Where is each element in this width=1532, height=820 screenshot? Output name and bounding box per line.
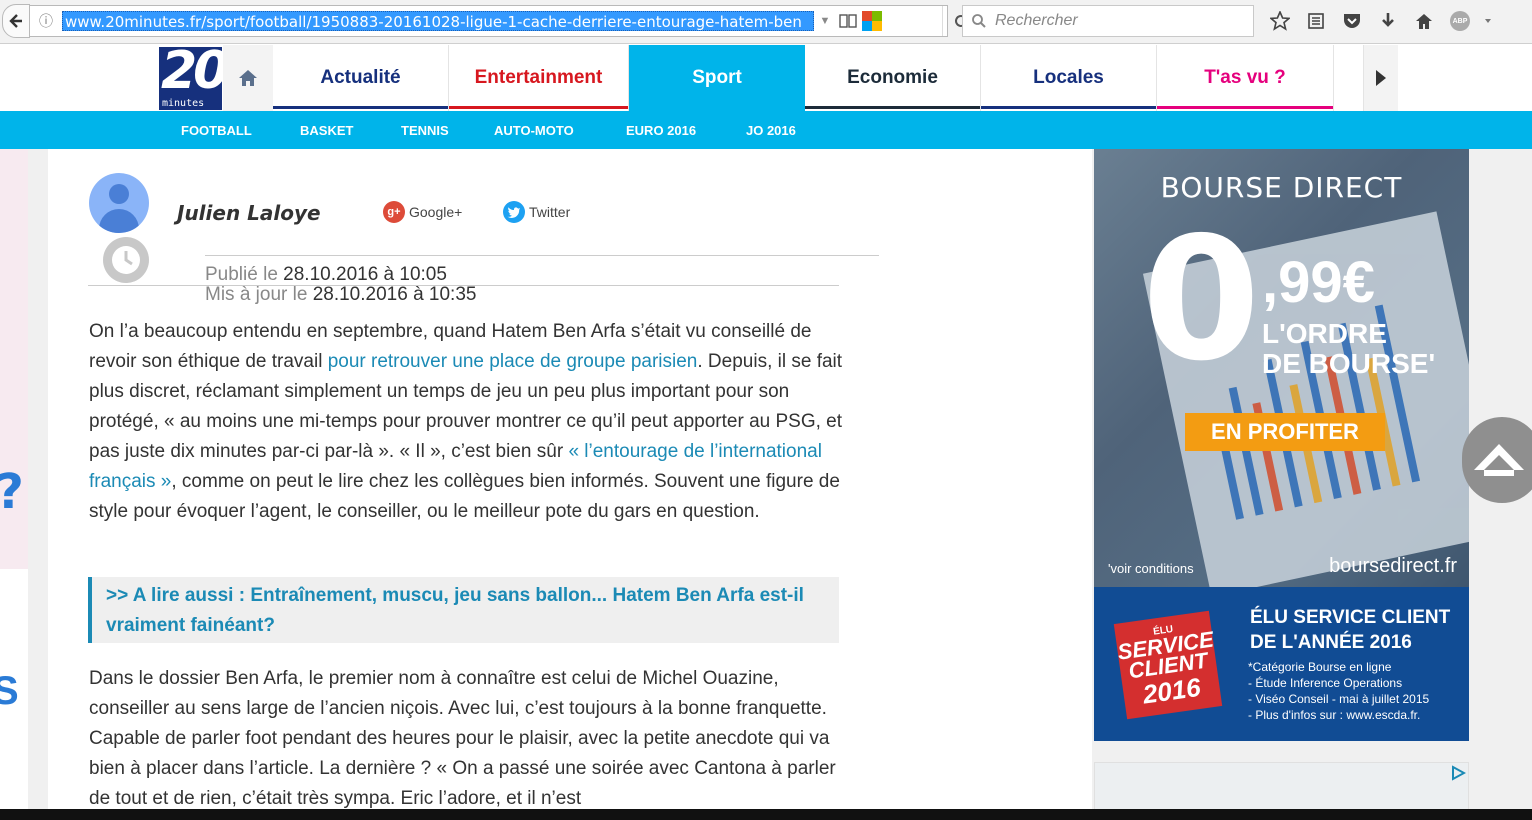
subnav-auto-moto[interactable]: AUTO-MOTO <box>494 111 574 149</box>
tab-sport[interactable]: Sport <box>629 45 805 111</box>
tab-economie[interactable]: Economie <box>805 45 981 111</box>
award-details: *Catégorie Bourse en ligne - Étude Infer… <box>1248 660 1430 722</box>
home-icon[interactable] <box>1406 6 1442 36</box>
subnav-football[interactable]: FOOTBALL <box>181 111 252 149</box>
address-bar[interactable]: ⓘ www.20minutes.fr/sport/football/195088… <box>30 5 967 37</box>
twitter-link[interactable]: Twitter <box>503 201 570 223</box>
subnav-tennis[interactable]: TENNIS <box>401 111 449 149</box>
updated-date: 28.10.2016 à 10:35 <box>312 284 477 305</box>
pocket-icon[interactable] <box>1334 6 1370 36</box>
browser-toolbar: ⓘ www.20minutes.fr/sport/football/195088… <box>0 0 1532 44</box>
sport-subnav: FOOTBALL BASKET TENNIS AUTO-MOTO EURO 20… <box>0 111 1532 149</box>
link-groupe-parisien[interactable]: pour retrouver une place de groupe paris… <box>328 351 698 372</box>
subnav-jo-2016[interactable]: JO 2016 <box>746 111 796 149</box>
download-icon[interactable] <box>1370 6 1406 36</box>
award-badge: ÉLU SERVICE CLIENT 2016 <box>1113 610 1223 720</box>
article-paragraph-2: Dans le dossier Ben Arfa, le premier nom… <box>89 668 836 809</box>
site-mosaic-icon[interactable] <box>860 6 884 36</box>
author-name[interactable]: Julien Laloye <box>177 201 321 225</box>
overflow-icon[interactable] <box>1478 6 1498 36</box>
ad-price-cents: ,99€ <box>1262 250 1375 315</box>
arrow-up-icon <box>1474 444 1524 476</box>
left-side-banner[interactable]: ? <box>0 149 28 569</box>
back-button[interactable] <box>2 4 30 38</box>
site-navigation: 20 minutes Actualité Entertainment Sport… <box>0 45 1532 111</box>
read-also-link[interactable]: >> A lire aussi : Entraînement, muscu, j… <box>88 577 839 643</box>
tab-partial[interactable] <box>1334 45 1364 111</box>
tab-locales[interactable]: Locales <box>981 45 1157 111</box>
url-dropdown-icon[interactable]: ▼ <box>814 15 836 27</box>
tab-tas-vu[interactable]: T'as vu ? <box>1157 45 1334 111</box>
google-plus-link[interactable]: g+ Google+ <box>383 201 462 223</box>
search-bar[interactable] <box>962 5 1254 37</box>
google-plus-icon: g+ <box>383 201 405 223</box>
bookmark-star-icon[interactable] <box>1262 6 1298 36</box>
search-input[interactable] <box>995 12 1235 30</box>
site-logo[interactable]: 20 minutes <box>159 47 222 110</box>
nav-next-button[interactable] <box>1364 45 1398 111</box>
award-title: ÉLU SERVICE CLIENT DE L'ANNÉE 2016 <box>1250 607 1451 653</box>
clock-icon <box>103 237 149 283</box>
bourse-direct-ad[interactable]: BOURSE DIRECT 0 ,99€ L'ORDRE DE BOURSE' … <box>1094 149 1469 741</box>
twitter-bird-icon <box>503 201 525 223</box>
published-date: 28.10.2016 à 10:05 <box>283 264 447 285</box>
ad-cta-button[interactable]: EN PROFITER <box>1185 413 1385 451</box>
chevron-right-icon <box>1376 70 1386 86</box>
header-divider <box>88 285 839 286</box>
reading-list-icon[interactable] <box>1298 6 1334 36</box>
author-divider <box>205 255 879 256</box>
subnav-euro-2016[interactable]: EURO 2016 <box>626 111 696 149</box>
adchoices-icon[interactable] <box>1450 765 1466 781</box>
tab-entertainment[interactable]: Entertainment <box>449 45 629 111</box>
ad-site: boursedirect.fr <box>1329 555 1457 577</box>
left-side-banner-lower[interactable]: S <box>0 569 28 809</box>
ad-award-panel: ÉLU SERVICE CLIENT 2016 ÉLU SERVICE CLIE… <box>1094 587 1469 741</box>
back-arrow-icon <box>9 14 22 28</box>
home-icon <box>239 70 257 86</box>
site-info-icon[interactable]: ⓘ <box>30 6 62 36</box>
taskbar-edge <box>0 809 1532 820</box>
ad-ordre-text: L'ORDRE DE BOURSE' <box>1262 318 1436 379</box>
toolbar-icons: ABP <box>1262 6 1498 36</box>
subnav-basket[interactable]: BASKET <box>300 111 353 149</box>
ad-brand: BOURSE DIRECT <box>1160 171 1403 204</box>
home-tab[interactable] <box>223 45 273 111</box>
ad-conditions: 'voir conditions <box>1108 561 1194 576</box>
adblock-plus-icon[interactable]: ABP <box>1442 6 1478 36</box>
scroll-to-top-button[interactable] <box>1462 417 1532 503</box>
article-paragraph-1: On l’a beaucoup entendu en septembre, qu… <box>89 321 843 522</box>
reader-view-icon[interactable] <box>836 6 860 36</box>
tab-actualite[interactable]: Actualité <box>273 45 449 111</box>
url-text[interactable]: www.20minutes.fr/sport/football/1950883-… <box>62 11 814 31</box>
search-icon <box>972 14 986 28</box>
article-column: Julien Laloye g+ Google+ Twitter Publié … <box>48 149 1092 820</box>
ad-price-zero: 0 <box>1142 201 1261 399</box>
author-avatar-icon[interactable] <box>89 173 149 233</box>
